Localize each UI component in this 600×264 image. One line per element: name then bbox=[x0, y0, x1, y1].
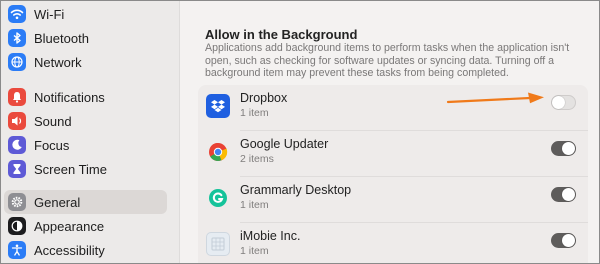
item-count: 2 items bbox=[240, 153, 274, 165]
sidebar-item-appearance[interactable]: Appearance bbox=[4, 214, 167, 238]
sidebar: Wi-Fi Bluetooth Network Notifications So… bbox=[1, 1, 180, 263]
toggle-knob bbox=[562, 142, 575, 155]
background-items-panel: Allow in the Background Applications add… bbox=[180, 1, 599, 263]
background-items-list: Dropbox 1 item Google Updater 2 items Gr… bbox=[198, 85, 588, 263]
sidebar-item-label: Screen Time bbox=[34, 161, 107, 177]
sidebar-item-label: Notifications bbox=[34, 89, 105, 105]
sidebar-item-label: Bluetooth bbox=[34, 30, 89, 46]
item-count: 1 item bbox=[240, 245, 269, 257]
sidebar-item-sound[interactable]: Sound bbox=[4, 109, 167, 133]
sidebar-item-general[interactable]: General bbox=[4, 190, 167, 214]
app-name: Google Updater bbox=[240, 137, 329, 151]
accessibility-icon bbox=[8, 241, 26, 259]
app-name: Grammarly Desktop bbox=[240, 183, 352, 197]
dropbox-toggle[interactable] bbox=[551, 95, 576, 110]
list-item-grammarly-desktop: Grammarly Desktop 1 item bbox=[198, 177, 588, 223]
section-description: Applications add background items to per… bbox=[205, 42, 570, 79]
bluetooth-icon bbox=[8, 29, 26, 47]
bell-icon bbox=[8, 88, 26, 106]
item-count: 1 item bbox=[240, 107, 269, 119]
dropbox-icon bbox=[206, 94, 230, 118]
sidebar-item-notifications[interactable]: Notifications bbox=[4, 85, 167, 109]
item-count: 1 item bbox=[240, 199, 269, 211]
grammarly-desktop-toggle[interactable] bbox=[551, 187, 576, 202]
annotation-arrow bbox=[446, 92, 544, 104]
google-updater-toggle[interactable] bbox=[551, 141, 576, 156]
sidebar-item-label: Sound bbox=[34, 113, 72, 129]
hourglass-icon bbox=[8, 160, 26, 178]
toggle-knob bbox=[562, 234, 575, 247]
sidebar-item-focus[interactable]: Focus bbox=[4, 133, 167, 157]
wifi-icon bbox=[8, 5, 26, 23]
speaker-icon bbox=[8, 112, 26, 130]
sidebar-item-label: Accessibility bbox=[34, 242, 105, 258]
toggle-knob bbox=[552, 96, 565, 109]
moon-icon bbox=[8, 136, 26, 154]
sidebar-item-label: Focus bbox=[34, 137, 70, 153]
sidebar-item-bluetooth[interactable]: Bluetooth bbox=[4, 26, 167, 50]
sidebar-item-label: Network bbox=[34, 54, 82, 70]
sidebar-item-label: Wi-Fi bbox=[34, 6, 65, 22]
toggle-knob bbox=[562, 188, 575, 201]
list-item-imobie: iMobie Inc. 1 item bbox=[198, 223, 588, 263]
gear-icon bbox=[8, 193, 26, 211]
settings-window: Wi-Fi Bluetooth Network Notifications So… bbox=[0, 0, 600, 264]
globe-icon bbox=[8, 53, 26, 71]
sidebar-item-label: Appearance bbox=[34, 218, 105, 234]
app-name: iMobie Inc. bbox=[240, 229, 301, 243]
section-heading: Allow in the Background bbox=[205, 27, 358, 42]
sidebar-item-network[interactable]: Network bbox=[4, 50, 167, 74]
grammarly-icon bbox=[206, 186, 230, 210]
sidebar-item-wifi[interactable]: Wi-Fi bbox=[4, 2, 167, 26]
generic-app-icon bbox=[206, 232, 230, 256]
sidebar-item-screen-time[interactable]: Screen Time bbox=[4, 157, 167, 181]
sidebar-item-accessibility[interactable]: Accessibility bbox=[4, 238, 167, 262]
chrome-icon bbox=[206, 140, 230, 164]
sidebar-item-label: General bbox=[34, 194, 81, 210]
appearance-icon bbox=[8, 217, 26, 235]
list-item-google-updater: Google Updater 2 items bbox=[198, 131, 588, 177]
imobie-toggle[interactable] bbox=[551, 233, 576, 248]
app-name: Dropbox bbox=[240, 91, 288, 105]
